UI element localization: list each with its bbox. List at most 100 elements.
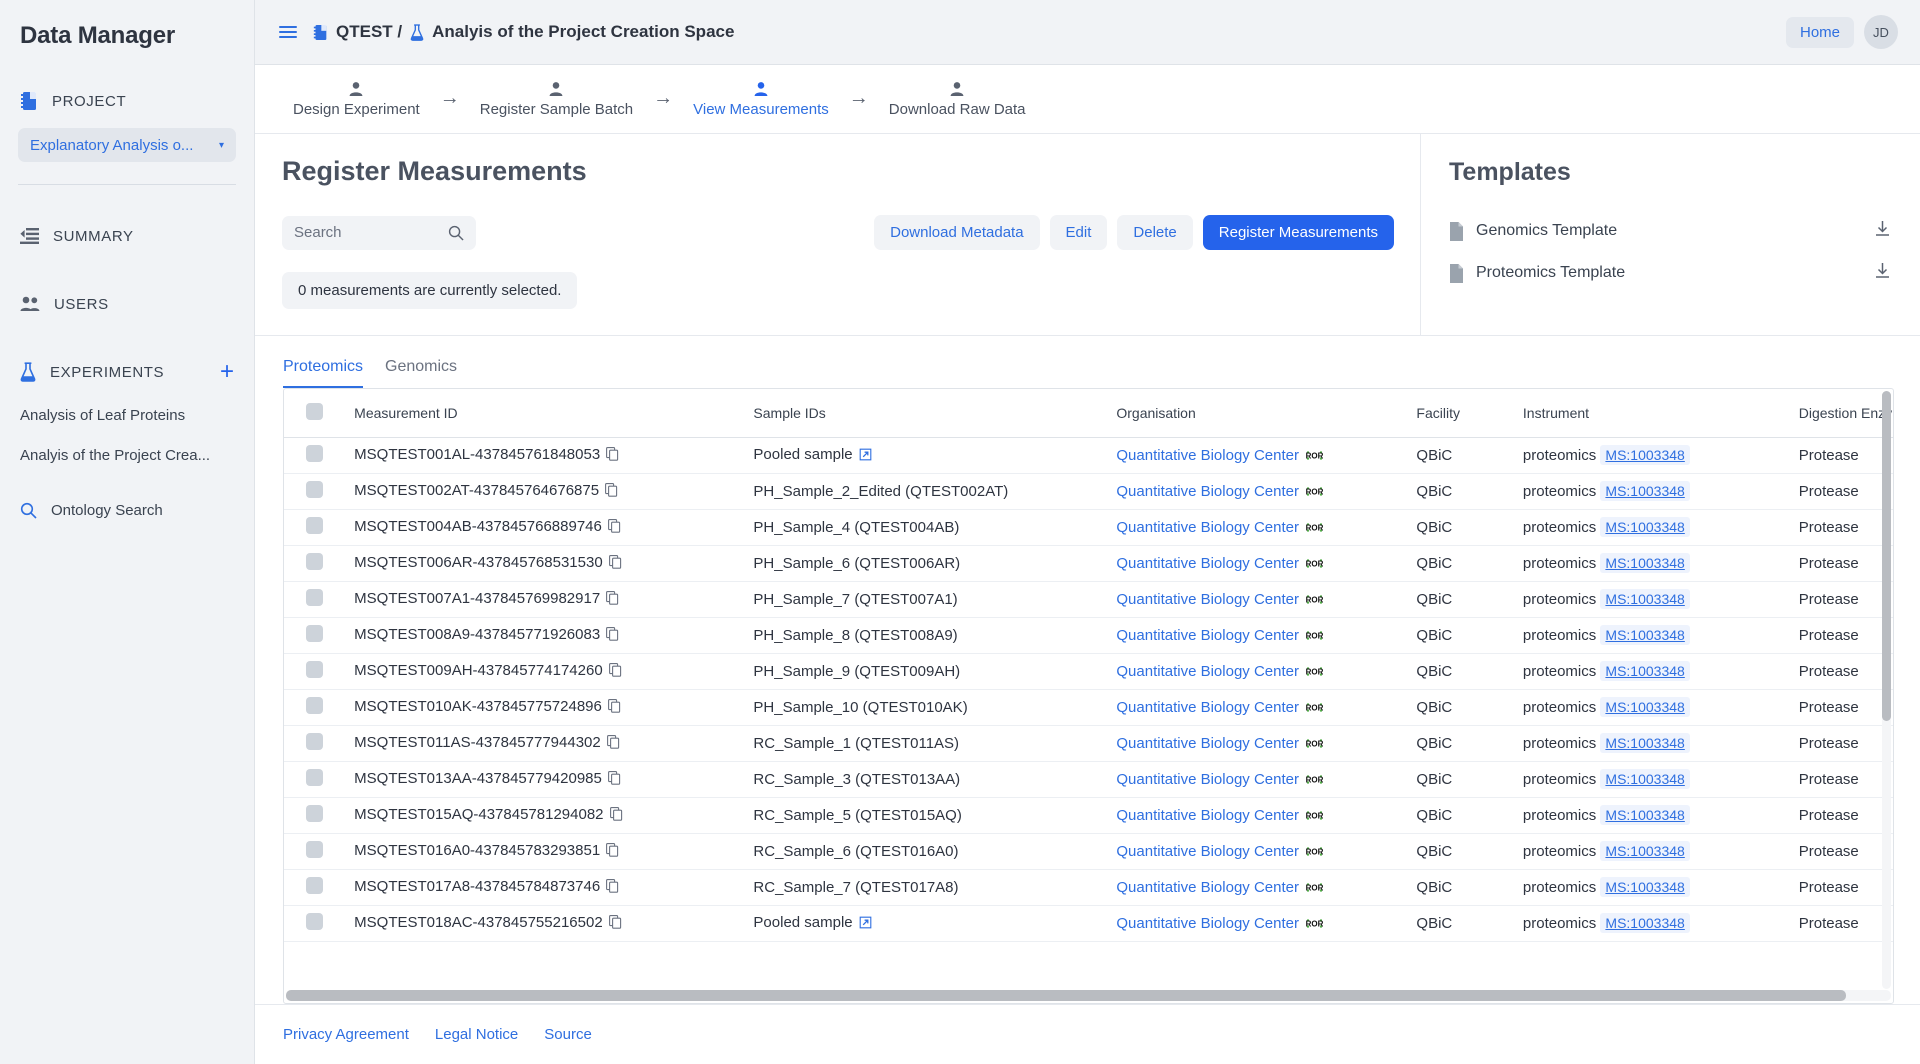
template-row-proteomics[interactable]: Proteomics Template (1449, 257, 1892, 289)
tab-genomics[interactable]: Genomics (385, 358, 457, 388)
organisation-link[interactable]: Quantitative Biology Center (1116, 627, 1299, 644)
copy-icon[interactable] (608, 772, 621, 789)
table-row[interactable]: MSQTEST009AH-437845774174260PH_Sample_9 … (284, 654, 1893, 690)
table-row[interactable]: MSQTEST016A0-437845783293851RC_Sample_6 … (284, 834, 1893, 870)
ror-icon[interactable]: ROR (1299, 843, 1323, 860)
copy-icon[interactable] (609, 916, 622, 933)
download-icon[interactable] (1873, 219, 1892, 243)
organisation-link[interactable]: Quantitative Biology Center (1116, 699, 1299, 716)
row-checkbox[interactable] (306, 841, 323, 858)
copy-icon[interactable] (608, 520, 621, 537)
table-row[interactable]: MSQTEST004AB-437845766889746PH_Sample_4 … (284, 510, 1893, 546)
instrument-code-link[interactable]: MS:1003348 (1600, 625, 1689, 645)
instrument-code-link[interactable]: MS:1003348 (1600, 481, 1689, 501)
instrument-code-link[interactable]: MS:1003348 (1600, 877, 1689, 897)
instrument-code-link[interactable]: MS:1003348 (1600, 445, 1689, 465)
sidebar-item-ontology-search[interactable]: Ontology Search (0, 495, 254, 525)
template-row-genomics[interactable]: Genomics Template (1449, 215, 1892, 247)
instrument-code-link[interactable]: MS:1003348 (1600, 589, 1689, 609)
table-scroll-area[interactable]: Measurement ID Sample IDs Organisation F… (284, 389, 1893, 1003)
instrument-code-link[interactable]: MS:1003348 (1600, 697, 1689, 717)
row-checkbox[interactable] (306, 877, 323, 894)
row-checkbox[interactable] (306, 625, 323, 642)
sidebar-item-experiments[interactable]: EXPERIMENTS + (0, 355, 254, 389)
row-checkbox[interactable] (306, 481, 323, 498)
copy-icon[interactable] (609, 556, 622, 573)
step-design-experiment[interactable]: Design Experiment (287, 81, 426, 118)
ror-icon[interactable]: ROR (1299, 555, 1323, 572)
organisation-link[interactable]: Quantitative Biology Center (1116, 735, 1299, 752)
row-checkbox[interactable] (306, 553, 323, 570)
copy-icon[interactable] (607, 736, 620, 753)
breadcrumb-experiment[interactable]: Analyis of the Project Creation Space (432, 22, 734, 42)
ror-icon[interactable]: ROR (1299, 879, 1323, 896)
select-all-checkbox[interactable] (306, 403, 323, 420)
delete-button[interactable]: Delete (1117, 215, 1192, 250)
table-horizontal-scrollbar[interactable] (286, 990, 1891, 1001)
external-link-icon[interactable] (859, 448, 872, 465)
tab-proteomics[interactable]: Proteomics (283, 358, 363, 388)
search-box[interactable] (282, 216, 476, 250)
instrument-code-link[interactable]: MS:1003348 (1600, 769, 1689, 789)
table-vertical-scroll-thumb[interactable] (1882, 391, 1891, 721)
home-button[interactable]: Home (1786, 17, 1854, 48)
th-instrument[interactable]: Instrument (1523, 389, 1799, 438)
search-icon[interactable] (448, 225, 464, 241)
ror-icon[interactable]: ROR (1299, 771, 1323, 788)
organisation-link[interactable]: Quantitative Biology Center (1116, 915, 1299, 932)
copy-icon[interactable] (605, 484, 618, 501)
th-measurement-id[interactable]: Measurement ID (354, 389, 753, 438)
row-checkbox[interactable] (306, 517, 323, 534)
organisation-link[interactable]: Quantitative Biology Center (1116, 771, 1299, 788)
row-checkbox[interactable] (306, 805, 323, 822)
th-organisation[interactable]: Organisation (1116, 389, 1416, 438)
row-checkbox[interactable] (306, 733, 323, 750)
copy-icon[interactable] (609, 664, 622, 681)
table-row[interactable]: MSQTEST015AQ-437845781294082RC_Sample_5 … (284, 798, 1893, 834)
download-metadata-button[interactable]: Download Metadata (874, 215, 1039, 250)
organisation-link[interactable]: Quantitative Biology Center (1116, 447, 1299, 464)
organisation-link[interactable]: Quantitative Biology Center (1116, 663, 1299, 680)
instrument-code-link[interactable]: MS:1003348 (1600, 733, 1689, 753)
table-row[interactable]: MSQTEST010AK-437845775724896PH_Sample_10… (284, 690, 1893, 726)
step-register-sample-batch[interactable]: Register Sample Batch (474, 81, 639, 118)
copy-icon[interactable] (606, 628, 619, 645)
ror-icon[interactable]: ROR (1299, 483, 1323, 500)
table-row[interactable]: MSQTEST008A9-437845771926083PH_Sample_8 … (284, 618, 1893, 654)
sidebar-item-users[interactable]: USERS (0, 287, 254, 321)
table-row[interactable]: MSQTEST011AS-437845777944302RC_Sample_1 … (284, 726, 1893, 762)
copy-icon[interactable] (606, 448, 619, 465)
organisation-link[interactable]: Quantitative Biology Center (1116, 519, 1299, 536)
sidebar-item-summary[interactable]: SUMMARY (0, 219, 254, 253)
hamburger-icon[interactable] (279, 26, 297, 38)
row-checkbox[interactable] (306, 769, 323, 786)
row-checkbox[interactable] (306, 913, 323, 930)
avatar[interactable]: JD (1864, 15, 1898, 49)
organisation-link[interactable]: Quantitative Biology Center (1116, 591, 1299, 608)
ror-icon[interactable]: ROR (1299, 807, 1323, 824)
table-row[interactable]: MSQTEST018AC-437845755216502Pooled sampl… (284, 906, 1893, 942)
ror-icon[interactable]: ROR (1299, 915, 1323, 932)
th-sample-ids[interactable]: Sample IDs (753, 389, 1116, 438)
table-row[interactable]: MSQTEST002AT-437845764676875PH_Sample_2_… (284, 474, 1893, 510)
footer-link-legal-notice[interactable]: Legal Notice (435, 1026, 518, 1043)
organisation-link[interactable]: Quantitative Biology Center (1116, 483, 1299, 500)
table-row[interactable]: MSQTEST017A8-437845784873746RC_Sample_7 … (284, 870, 1893, 906)
table-vertical-scrollbar[interactable] (1882, 391, 1891, 989)
sidebar-section-project[interactable]: PROJECT (0, 84, 254, 118)
register-measurements-button[interactable]: Register Measurements (1203, 215, 1394, 250)
row-checkbox[interactable] (306, 661, 323, 678)
add-experiment-icon[interactable]: + (220, 360, 234, 384)
search-input[interactable] (294, 224, 448, 241)
table-row[interactable]: MSQTEST007A1-437845769982917PH_Sample_7 … (284, 582, 1893, 618)
ror-icon[interactable]: ROR (1299, 699, 1323, 716)
organisation-link[interactable]: Quantitative Biology Center (1116, 879, 1299, 896)
breadcrumb-project[interactable]: QTEST / (336, 22, 402, 42)
instrument-code-link[interactable]: MS:1003348 (1600, 553, 1689, 573)
step-download-raw-data[interactable]: Download Raw Data (883, 81, 1032, 118)
row-checkbox[interactable] (306, 445, 323, 462)
instrument-code-link[interactable]: MS:1003348 (1600, 517, 1689, 537)
table-row[interactable]: MSQTEST001AL-437845761848053Pooled sampl… (284, 438, 1893, 474)
ror-icon[interactable]: ROR (1299, 447, 1323, 464)
organisation-link[interactable]: Quantitative Biology Center (1116, 555, 1299, 572)
